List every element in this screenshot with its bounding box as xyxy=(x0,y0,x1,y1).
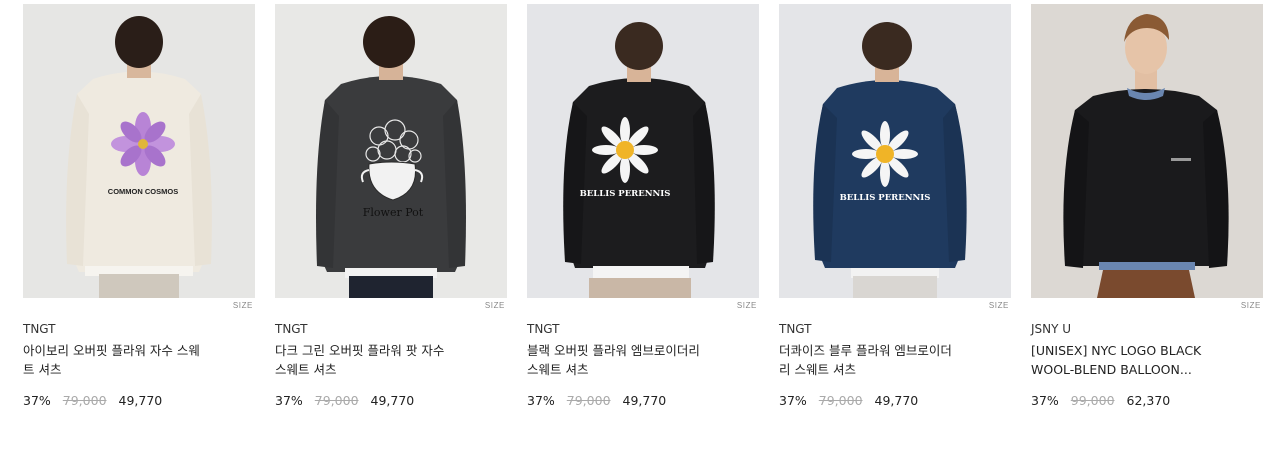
size-badge: SIZE xyxy=(1240,301,1261,310)
discount-rate: 37% xyxy=(275,393,303,408)
product-photo-navy: BELLIS PERENNIS xyxy=(779,4,1011,298)
discount-rate: 37% xyxy=(779,393,807,408)
price-row: 37% 79,000 49,770 xyxy=(527,393,666,408)
print-text: COMMON COSMOS xyxy=(108,187,178,196)
print-text: Flower Pot xyxy=(363,206,424,219)
brand-name[interactable]: TNGT xyxy=(779,322,812,336)
product-image[interactable]: COMMON COSMOS xyxy=(23,4,255,298)
product-image[interactable]: Flower Pot xyxy=(275,4,507,298)
product-name[interactable]: 블랙 오버핏 플라워 엠브로이더리 스웨트 셔츠 xyxy=(527,341,752,379)
size-badge: SIZE xyxy=(484,301,505,310)
product-card[interactable]: BELLIS PERENNIS SIZE TNGT 블랙 오버핏 플라워 엠브로… xyxy=(527,4,759,408)
price-row: 37% 79,000 49,770 xyxy=(275,393,414,408)
size-badge: SIZE xyxy=(988,301,1009,310)
brand-name[interactable]: TNGT xyxy=(527,322,560,336)
product-photo-black: BELLIS PERENNIS xyxy=(527,4,759,298)
sale-price: 49,770 xyxy=(622,393,667,408)
original-price: 79,000 xyxy=(818,393,863,408)
print-text: BELLIS PERENNIS xyxy=(840,193,931,203)
original-price: 79,000 xyxy=(314,393,359,408)
original-price: 99,000 xyxy=(1070,393,1115,408)
product-photo-darkgreen: Flower Pot xyxy=(275,4,507,298)
discount-rate: 37% xyxy=(23,393,51,408)
product-card[interactable]: Flower Pot SIZE TNGT 다크 그린 오버핏 플라워 팟 자수 … xyxy=(275,4,507,408)
original-price: 79,000 xyxy=(566,393,611,408)
product-photo-ivory: COMMON COSMOS xyxy=(23,4,255,298)
sale-price: 49,770 xyxy=(874,393,919,408)
product-card[interactable]: SIZE JSNY U [UNISEX] NYC LOGO BLACK WOOL… xyxy=(1031,4,1263,408)
product-image[interactable] xyxy=(1031,4,1263,298)
product-name[interactable]: 더콰이즈 블루 플라워 엠브로이더 리 스웨트 셔츠 xyxy=(779,341,1004,379)
price-row: 37% 99,000 62,370 xyxy=(1031,393,1170,408)
product-grid: COMMON COSMOS SIZE TNGT 아이보리 오버핏 플라워 자수 … xyxy=(0,0,1281,450)
price-row: 37% 79,000 49,770 xyxy=(779,393,918,408)
discount-rate: 37% xyxy=(527,393,555,408)
sale-price: 49,770 xyxy=(370,393,415,408)
brand-name[interactable]: JSNY U xyxy=(1031,322,1071,336)
product-image[interactable]: BELLIS PERENNIS xyxy=(779,4,1011,298)
print-text: BELLIS PERENNIS xyxy=(580,189,671,199)
product-image[interactable]: BELLIS PERENNIS xyxy=(527,4,759,298)
product-photo-jsny xyxy=(1031,4,1263,298)
size-badge: SIZE xyxy=(232,301,253,310)
size-badge: SIZE xyxy=(736,301,757,310)
price-row: 37% 79,000 49,770 xyxy=(23,393,162,408)
brand-name[interactable]: TNGT xyxy=(275,322,308,336)
discount-rate: 37% xyxy=(1031,393,1059,408)
product-name[interactable]: [UNISEX] NYC LOGO BLACK WOOL-BLEND BALLO… xyxy=(1031,341,1256,379)
sale-price: 62,370 xyxy=(1126,393,1171,408)
original-price: 79,000 xyxy=(62,393,107,408)
sale-price: 49,770 xyxy=(118,393,163,408)
product-name[interactable]: 다크 그린 오버핏 플라워 팟 자수 스웨트 셔츠 xyxy=(275,341,500,379)
brand-name[interactable]: TNGT xyxy=(23,322,56,336)
product-card[interactable]: BELLIS PERENNIS SIZE TNGT 더콰이즈 블루 플라워 엠브… xyxy=(779,4,1011,408)
product-name[interactable]: 아이보리 오버핏 플라워 자수 스웨 트 셔츠 xyxy=(23,341,248,379)
product-card[interactable]: COMMON COSMOS SIZE TNGT 아이보리 오버핏 플라워 자수 … xyxy=(23,4,255,408)
